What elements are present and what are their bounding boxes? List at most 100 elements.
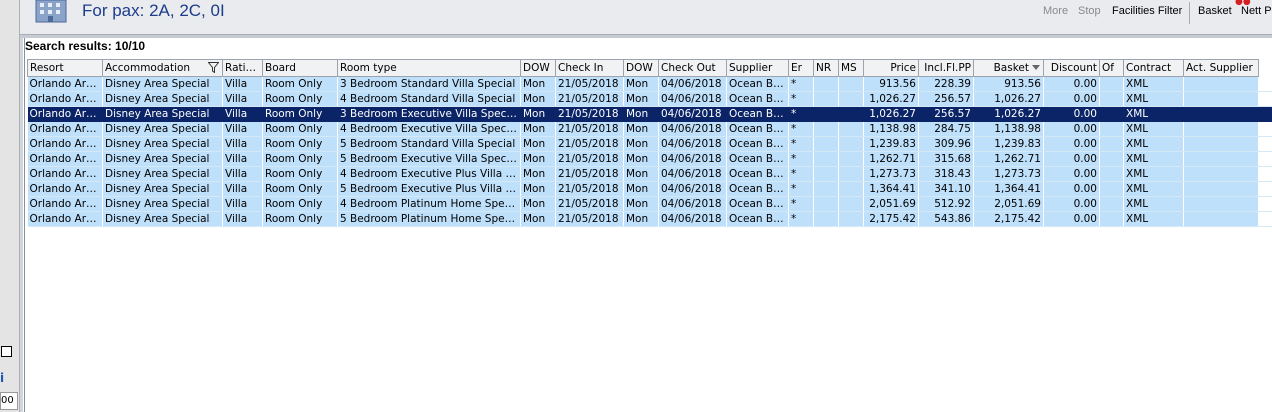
cell-supplier: Ocean B… (726, 106, 789, 122)
stop-button[interactable]: Stop (1078, 5, 1101, 17)
cell-room-type: 4 Bedroom Standard Villa Special (337, 91, 521, 107)
cell-basket: 1,138.98 (973, 121, 1044, 137)
cell-check-out: 04/06/2018 (658, 181, 727, 197)
column-header-basket[interactable]: Basket (973, 59, 1044, 77)
cell-discount: 0.00 (1043, 196, 1100, 212)
cell-price: 1,138.98 (863, 121, 919, 137)
table-row[interactable]: Orlando Ar… Disney Area Special Villa Room … (27, 211, 1272, 227)
cell-basket: 1,262.71 (973, 151, 1044, 167)
checkbox-icon[interactable] (1, 346, 12, 357)
column-header-supplier[interactable]: Supplier (726, 59, 789, 77)
left-value-field[interactable]: 00 (0, 392, 18, 410)
cell-basket: 2,051.69 (973, 196, 1044, 212)
table-row[interactable]: Orlando Ar… Disney Area Special Villa Room … (27, 121, 1272, 137)
cell-dow-in: Mon (520, 181, 556, 197)
cell-board: Room Only (262, 211, 338, 227)
filter-icon[interactable] (208, 62, 219, 73)
cell-supplier: Ocean B… (726, 196, 789, 212)
cell-accommodation: Disney Area Special (102, 106, 223, 122)
cell-act-supplier (1183, 121, 1259, 137)
cell-rating: Villa (222, 136, 263, 152)
info-icon[interactable]: i (0, 371, 4, 385)
cell-incl-fl-pp: 256.57 (918, 91, 974, 107)
cell-contract: XML (1123, 166, 1184, 182)
basket-button[interactable]: Basket (1198, 5, 1232, 17)
column-header-er[interactable]: Er (788, 59, 814, 77)
nett-price-button[interactable]: Nett P (1241, 5, 1272, 17)
cell-nr (813, 151, 839, 167)
column-header-rating[interactable]: Rati… (222, 59, 263, 77)
cell-of (1099, 106, 1124, 122)
column-header-act-supplier[interactable]: Act. Supplier (1183, 59, 1259, 77)
cell-incl-fl-pp: 309.96 (918, 136, 974, 152)
table-row[interactable]: Orlando Ar… Disney Area Special Villa Room … (27, 106, 1272, 122)
results-table: Resort Accommodation Rati… Board Room type DO… (27, 59, 1272, 227)
cell-check-out: 04/06/2018 (658, 91, 727, 107)
column-header-ms[interactable]: MS (838, 59, 864, 77)
row-filler (1258, 166, 1272, 182)
table-row[interactable]: Orlando Ar… Disney Area Special Villa Room … (27, 181, 1272, 197)
column-header-accommodation[interactable]: Accommodation (102, 59, 223, 77)
cell-dow-out: Mon (623, 166, 659, 182)
facilities-filter-button[interactable]: Facilities Filter (1112, 5, 1182, 17)
row-filler (1258, 76, 1272, 92)
table-row[interactable]: Orlando Ar… Disney Area Special Villa Room … (27, 166, 1272, 182)
column-header-incl-fl-pp[interactable]: Incl.Fl.PP (918, 59, 974, 77)
cell-contract: XML (1123, 76, 1184, 92)
cell-supplier: Ocean B… (726, 166, 789, 182)
column-header-price[interactable]: Price (863, 59, 919, 77)
column-header-resort[interactable]: Resort (27, 59, 103, 77)
cell-check-in: 21/05/2018 (555, 211, 624, 227)
column-header-board[interactable]: Board (262, 59, 338, 77)
cell-rating: Villa (222, 76, 263, 92)
table-row[interactable]: Orlando Ar… Disney Area Special Villa Room … (27, 136, 1272, 152)
cell-nr (813, 136, 839, 152)
cell-check-out: 04/06/2018 (658, 151, 727, 167)
column-header-check-in[interactable]: Check In (555, 59, 624, 77)
cell-board: Room Only (262, 166, 338, 182)
column-header-dow-in[interactable]: DOW (520, 59, 556, 77)
cell-room-type: 4 Bedroom Executive Plus Villa Spe… (337, 166, 521, 182)
cell-nr (813, 76, 839, 92)
cell-check-out: 04/06/2018 (658, 121, 727, 137)
cell-board: Room Only (262, 196, 338, 212)
cell-contract: XML (1123, 136, 1184, 152)
more-button[interactable]: More (1043, 5, 1068, 17)
cell-room-type: 4 Bedroom Executive Villa Special (337, 121, 521, 137)
cell-resort: Orlando Ar… (27, 136, 103, 152)
cell-discount: 0.00 (1043, 151, 1100, 167)
cell-resort: Orlando Ar… (27, 151, 103, 167)
column-header-contract[interactable]: Contract (1123, 59, 1184, 77)
column-header-dow-out[interactable]: DOW (623, 59, 659, 77)
table-row[interactable]: Orlando Ar… Disney Area Special Villa Room … (27, 151, 1272, 167)
cell-rating: Villa (222, 151, 263, 167)
cell-resort: Orlando Ar… (27, 181, 103, 197)
column-header-discount[interactable]: Discount (1043, 59, 1100, 77)
cell-act-supplier (1183, 196, 1259, 212)
cell-room-type: 5 Bedroom Platinum Home Special (337, 211, 521, 227)
column-header-of[interactable]: Of (1099, 59, 1124, 77)
cell-er: * (788, 91, 814, 107)
table-row[interactable]: Orlando Ar… Disney Area Special Villa Room … (27, 91, 1272, 107)
cell-ms (838, 106, 864, 122)
cell-ms (838, 121, 864, 137)
column-header-label: Board (265, 62, 296, 74)
cell-of (1099, 196, 1124, 212)
column-header-label: Rati… (225, 62, 257, 74)
column-header-label: Contract (1126, 62, 1172, 74)
cell-contract: XML (1123, 91, 1184, 107)
cell-accommodation: Disney Area Special (102, 196, 223, 212)
cell-nr (813, 196, 839, 212)
cell-contract: XML (1123, 196, 1184, 212)
cell-board: Room Only (262, 106, 338, 122)
column-header-check-out[interactable]: Check Out (658, 59, 727, 77)
table-row[interactable]: Orlando Ar… Disney Area Special Villa Room … (27, 76, 1272, 92)
table-row[interactable]: Orlando Ar… Disney Area Special Villa Room … (27, 196, 1272, 212)
cell-of (1099, 166, 1124, 182)
splitter[interactable] (20, 34, 23, 412)
cell-basket: 1,364.41 (973, 181, 1044, 197)
cell-supplier: Ocean B… (726, 76, 789, 92)
cell-resort: Orlando Ar… (27, 76, 103, 92)
column-header-nr[interactable]: NR (813, 59, 839, 77)
column-header-room-type[interactable]: Room type (337, 59, 521, 77)
